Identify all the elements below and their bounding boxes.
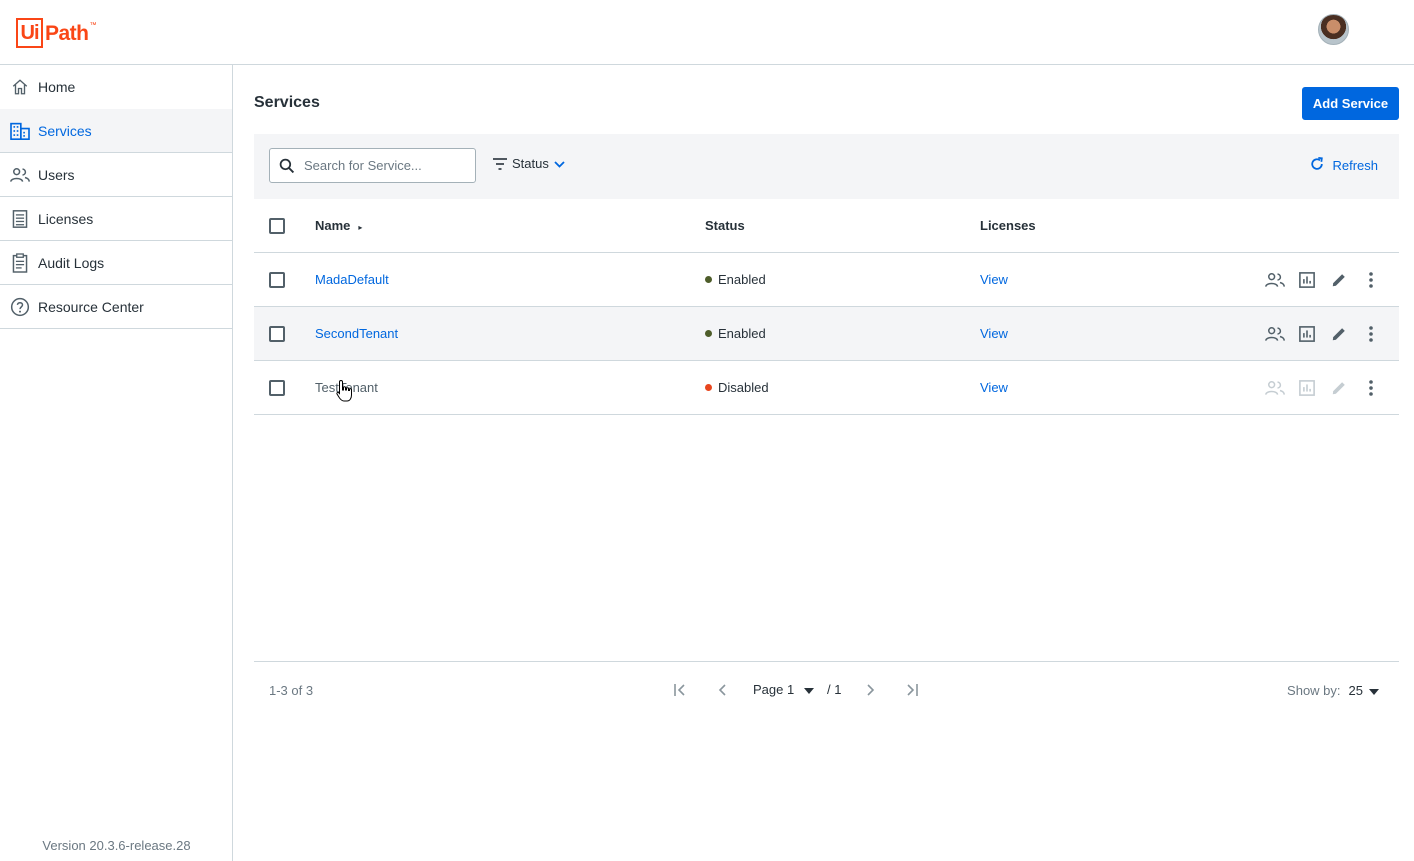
service-name-link[interactable]: MadaDefault	[315, 272, 389, 287]
sidebar-item-label: Services	[38, 122, 92, 139]
status-cell: Enabled	[705, 326, 766, 341]
next-page-icon[interactable]	[858, 678, 882, 702]
status-cell: Enabled	[705, 272, 766, 287]
refresh-icon	[1310, 157, 1324, 174]
filter-icon	[493, 157, 507, 170]
logo-box: Ui	[16, 18, 43, 48]
hand-cursor-icon	[336, 379, 354, 406]
sidebar-item-label: Licenses	[38, 210, 94, 227]
logo-text: Path	[45, 22, 89, 45]
column-header-status: Status	[705, 218, 745, 233]
status-text: Enabled	[718, 326, 766, 341]
sort-arrow-icon: ▸	[358, 223, 363, 232]
table-toolbar: Status Refresh	[254, 134, 1399, 199]
refresh-label: Refresh	[1332, 158, 1378, 173]
services-icon	[10, 121, 30, 141]
row-actions	[1259, 264, 1387, 296]
status-text: Disabled	[718, 380, 769, 395]
first-page-icon[interactable]	[668, 678, 692, 702]
version-label: Version 20.3.6-release.28	[42, 838, 191, 853]
analytics-icon[interactable]	[1291, 318, 1323, 350]
chevron-down-icon	[554, 156, 565, 171]
table-row: MadaDefault Enabled View	[254, 253, 1399, 307]
sidebar: Home Services Users Licenses Audit Logs …	[0, 65, 233, 861]
edit-icon[interactable]	[1323, 264, 1355, 296]
page-size-value: 25	[1348, 683, 1363, 698]
previous-page-icon[interactable]	[711, 678, 735, 702]
licenses-view-link[interactable]: View	[980, 380, 1008, 395]
services-table: Name ▸ Status Licenses MadaDefault Enable…	[254, 199, 1399, 415]
column-name-label: Name	[315, 218, 351, 233]
status-filter-label: Status	[512, 156, 549, 171]
sidebar-item-label: Audit Logs	[38, 254, 105, 271]
search-icon	[270, 158, 304, 174]
users-icon	[10, 165, 30, 185]
sidebar-item-label: Users	[38, 166, 75, 183]
sidebar-item-audit-logs[interactable]: Audit Logs	[0, 241, 232, 285]
more-options-icon[interactable]	[1355, 372, 1387, 404]
status-filter[interactable]: Status	[493, 156, 565, 171]
manage-users-icon	[1259, 372, 1291, 404]
uipath-logo[interactable]: Ui Path ™	[16, 18, 97, 48]
column-header-name[interactable]: Name ▸	[315, 218, 362, 233]
table-header: Name ▸ Status Licenses	[254, 199, 1399, 253]
table-row: SecondTenant Enabled View	[254, 307, 1399, 361]
row-actions	[1259, 318, 1387, 350]
sidebar-item-users[interactable]: Users	[0, 153, 232, 197]
logo-trademark: ™	[89, 22, 97, 29]
service-name-link[interactable]: SecondTenant	[315, 326, 398, 341]
page-total: / 1	[827, 682, 842, 697]
manage-users-icon[interactable]	[1259, 318, 1291, 350]
help-icon	[10, 297, 30, 317]
caret-down-icon	[804, 682, 815, 697]
status-text: Enabled	[718, 272, 766, 287]
edit-icon[interactable]	[1323, 318, 1355, 350]
show-by: Show by: 25	[1287, 683, 1379, 698]
page-select[interactable]: Page 1	[753, 682, 815, 697]
status-dot	[705, 276, 712, 283]
row-actions	[1259, 372, 1387, 404]
licenses-view-link[interactable]: View	[980, 326, 1008, 341]
sidebar-item-label: Resource Center	[38, 298, 144, 315]
last-page-icon[interactable]	[900, 678, 924, 702]
sidebar-item-home[interactable]: Home	[0, 65, 232, 109]
top-header: Ui Path ™	[0, 0, 1414, 65]
main-content: Services Add Service Status Refresh	[233, 65, 1414, 861]
sidebar-item-licenses[interactable]: Licenses	[0, 197, 232, 241]
row-checkbox[interactable]	[269, 271, 285, 288]
search-input[interactable]	[304, 158, 464, 173]
manage-users-icon[interactable]	[1259, 264, 1291, 296]
column-header-licenses: Licenses	[980, 218, 1036, 233]
pagination-bar: 1-3 of 3 Page 1 / 1 Show by: 25	[254, 661, 1399, 719]
caret-down-icon	[1369, 683, 1379, 698]
edit-icon	[1323, 372, 1355, 404]
page-size-select[interactable]: 25	[1349, 683, 1379, 698]
status-dot	[705, 384, 712, 391]
status-cell: Disabled	[705, 380, 769, 395]
table-row: TestTenant Disabled View	[254, 361, 1399, 415]
licenses-icon	[10, 209, 30, 229]
status-dot	[705, 330, 712, 337]
analytics-icon	[1291, 372, 1323, 404]
home-icon	[10, 77, 30, 97]
row-checkbox[interactable]	[269, 325, 285, 342]
audit-logs-icon	[10, 252, 30, 273]
page-select-label: Page 1	[753, 682, 795, 697]
more-options-icon[interactable]	[1355, 318, 1387, 350]
sidebar-item-resource-center[interactable]: Resource Center	[0, 285, 232, 329]
row-checkbox[interactable]	[269, 379, 285, 396]
select-all-checkbox[interactable]	[269, 217, 285, 234]
add-service-button[interactable]: Add Service	[1302, 87, 1399, 120]
sidebar-item-label: Home	[38, 79, 76, 95]
search-box[interactable]	[269, 148, 476, 183]
more-options-icon[interactable]	[1355, 264, 1387, 296]
sidebar-item-services[interactable]: Services	[0, 109, 232, 153]
page-title: Services	[254, 94, 320, 111]
refresh-button[interactable]: Refresh	[1310, 157, 1378, 174]
user-avatar[interactable]	[1318, 14, 1349, 45]
analytics-icon[interactable]	[1291, 264, 1323, 296]
licenses-view-link[interactable]: View	[980, 272, 1008, 287]
range-label: 1-3 of 3	[269, 683, 314, 698]
show-by-label: Show by:	[1287, 683, 1341, 698]
